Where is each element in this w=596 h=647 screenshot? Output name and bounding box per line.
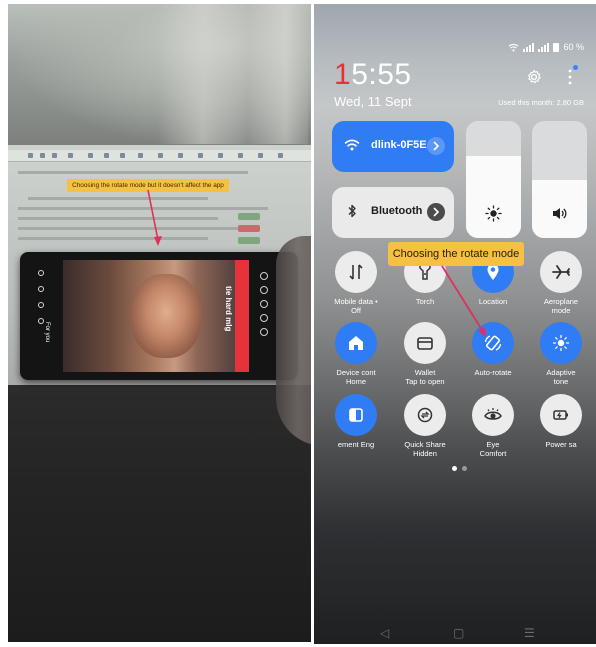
rotate-mode-annotation: Choosing the rotate mode [388,242,524,266]
bluetooth-tile[interactable]: Bluetooth [332,187,454,238]
home-icon [349,336,363,350]
wifi-network-name: dlink-0F5E [371,139,427,151]
airplane-icon [552,265,570,279]
wifi-expand-button[interactable] [427,137,445,155]
wifi-tile[interactable]: dlink-0F5E [332,121,454,172]
quick-share-icon [417,407,433,423]
mobile-data-toggle[interactable]: Mobile data • Off [323,251,389,315]
device-controls-toggle[interactable]: Device cont Home [323,322,389,386]
status-bar: 60 % [508,42,584,52]
adaptive-tone-icon [552,334,570,352]
auto-rotate-toggle[interactable]: Auto-rotate [460,322,526,377]
signal-icon [523,42,535,52]
mobile-data-button[interactable] [335,251,377,293]
screen-engine-icon [349,408,363,422]
aeroplane-mode-toggle[interactable]: Aeroplane mode [528,251,594,315]
chevron-right-icon [433,141,440,151]
mobile-data-icon [349,264,363,280]
battery-percent: 60 % [563,42,584,52]
notification-dot [573,65,578,70]
screen-engine-toggle[interactable]: ement Eng [323,394,389,449]
power-saving-toggle[interactable]: Power sa [528,394,594,449]
brightness-fill [466,156,521,238]
brightness-slider[interactable] [466,121,521,238]
device-controls-button[interactable] [335,322,377,364]
chevron-right-icon [433,207,440,217]
adaptive-tone-label: Adaptive tone [546,368,576,386]
location-label: Location [478,297,508,306]
signal-icon-2 [538,42,550,52]
power-saving-button[interactable] [540,394,582,436]
rotate-icon [484,335,502,351]
quick-share-button[interactable] [404,394,446,436]
power-saving-label: Power sa [545,440,577,449]
annotation-arrow-left [147,189,162,246]
quick-share-toggle[interactable]: Quick Share Hidden [392,394,458,458]
auto-rotate-button[interactable] [472,322,514,364]
wallet-toggle[interactable]: Wallet Tap to open [392,322,458,386]
wifi-status-icon [509,43,519,51]
home-nav-icon[interactable]: ▢ [453,626,464,640]
wallet-button[interactable] [404,322,446,364]
quick-settings-panel: 60 % 15:55 Wed, 11 Sept Used this month:… [314,4,596,644]
more-options-icon[interactable] [566,68,574,86]
recents-nav-icon[interactable]: ☰ [524,626,535,640]
quick-share-label: Quick Share Hidden [404,440,446,458]
bluetooth-expand-button[interactable] [427,203,445,221]
brightness-icon [485,205,502,222]
eye-comfort-toggle[interactable]: Eye Comfort [460,394,526,458]
back-nav-icon[interactable]: ◁ [380,626,389,640]
page-dot-active [452,466,457,471]
aeroplane-mode-label: Aeroplane mode [543,297,579,315]
eye-comfort-label: Eye Comfort [479,440,507,458]
battery-icon [553,42,560,52]
date: Wed, 11 Sept [334,94,412,109]
volume-slider[interactable] [532,121,587,238]
aeroplane-mode-button[interactable] [540,251,582,293]
torch-label: Torch [415,297,435,306]
device-controls-label: Device cont Home [336,368,376,386]
auto-rotate-label: Auto-rotate [474,368,512,377]
adaptive-tone-toggle[interactable]: Adaptive tone [528,322,594,386]
adaptive-tone-button[interactable] [540,322,582,364]
eye-comfort-icon [484,408,502,420]
screen-engine-label: ement Eng [337,440,375,449]
clock: 15:55 [334,58,412,91]
screen-engine-button[interactable] [335,394,377,436]
data-usage-text: Used this month: 2,80 GB [498,98,584,107]
bluetooth-label: Bluetooth [371,205,423,217]
screenshot-frame: Choosing the rotate mode but it doesn't … [0,0,596,647]
camera-photo: Choosing the rotate mode but it doesn't … [8,4,311,642]
page-dot [462,466,467,471]
bluetooth-icon [348,204,356,218]
page-indicator [452,466,467,471]
mobile-data-label: Mobile data • Off [334,297,378,315]
battery-saver-icon [553,410,568,420]
navigation-bar: ◁ ▢ ☰ [314,624,596,644]
eye-comfort-button[interactable] [472,394,514,436]
wallet-label: Wallet Tap to open [405,368,445,386]
wifi-icon [344,139,360,151]
volume-icon [553,208,567,219]
wallet-icon [417,337,433,350]
gear-icon[interactable] [526,69,542,85]
